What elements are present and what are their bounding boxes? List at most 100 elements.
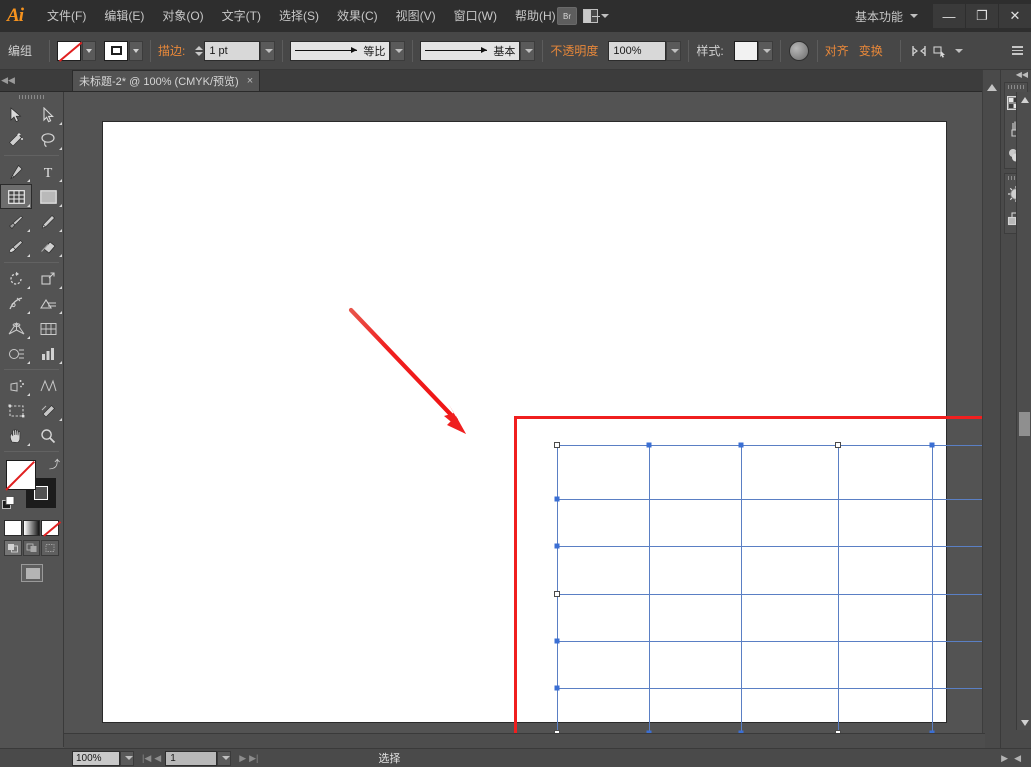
- vertical-scrollbar[interactable]: [1016, 92, 1031, 730]
- rectangular-grid-object[interactable]: [557, 445, 984, 734]
- stroke-weight-label[interactable]: 描边:: [158, 42, 185, 59]
- draw-inside-icon[interactable]: [41, 540, 59, 556]
- stroke-color-control[interactable]: [104, 41, 143, 61]
- vertical-scroll-thumb[interactable]: [1019, 412, 1030, 436]
- stroke-dropdown-icon[interactable]: [129, 41, 143, 61]
- canvas-area[interactable]: [64, 92, 984, 747]
- close-button[interactable]: ✕: [999, 4, 1031, 28]
- symbol-sprayer-tool[interactable]: [0, 373, 32, 398]
- mesh-tool[interactable]: [32, 316, 64, 341]
- graphic-style-dropdown-icon[interactable]: [758, 41, 773, 61]
- opacity-label[interactable]: 不透明度: [550, 42, 598, 59]
- stroke-weight-dropdown-icon[interactable]: [260, 41, 275, 61]
- status-menu-icon[interactable]: ▶: [1001, 753, 1008, 764]
- menu-object[interactable]: 对象(O): [153, 4, 212, 28]
- zoom-dropdown-icon[interactable]: [120, 751, 134, 766]
- menu-effect[interactable]: 效果(C): [328, 4, 387, 28]
- zoom-level-field[interactable]: 100%: [72, 751, 120, 766]
- fill-color-icon[interactable]: [57, 41, 81, 61]
- type-tool[interactable]: T: [32, 159, 64, 184]
- menu-window[interactable]: 窗口(W): [445, 4, 506, 28]
- blend-tool[interactable]: [32, 373, 64, 398]
- align-button[interactable]: 对齐: [825, 42, 849, 59]
- select-similar-objects-icon[interactable]: [930, 41, 952, 61]
- magic-wand-tool[interactable]: [0, 127, 32, 152]
- last-artboard-icon[interactable]: ▶|: [249, 753, 258, 764]
- first-artboard-icon[interactable]: |◀: [142, 753, 151, 764]
- fill-dropdown-icon[interactable]: [82, 41, 96, 61]
- stroke-weight-stepper[interactable]: [195, 46, 203, 56]
- opacity-value[interactable]: 100%: [608, 41, 666, 61]
- recolor-artwork-icon[interactable]: [788, 41, 810, 61]
- scroll-down-icon[interactable]: [1017, 715, 1031, 730]
- close-icon[interactable]: ×: [247, 75, 253, 87]
- width-profile-dropdown-icon[interactable]: [390, 41, 405, 61]
- draw-behind-icon[interactable]: [23, 540, 41, 556]
- selection-tool[interactable]: [0, 102, 32, 127]
- lasso-tool[interactable]: [32, 127, 64, 152]
- dock-expand-arrows[interactable]: ◀◀: [1001, 70, 1031, 78]
- paintbrush-tool[interactable]: [0, 209, 32, 234]
- panel-collapse-strip[interactable]: [982, 70, 1000, 748]
- stroke-color-icon[interactable]: [104, 41, 128, 61]
- rectangular-grid-tool[interactable]: [0, 184, 32, 209]
- fill-color-swatch[interactable]: [6, 460, 36, 490]
- panel-menu-icon[interactable]: [1012, 46, 1023, 55]
- slice-tool[interactable]: [32, 398, 64, 423]
- maximize-button[interactable]: ❐: [966, 4, 998, 28]
- minimize-button[interactable]: —: [933, 4, 965, 28]
- blob-brush-tool[interactable]: [0, 234, 32, 259]
- menu-view[interactable]: 视图(V): [387, 4, 445, 28]
- artboard-number-field[interactable]: 1: [165, 751, 217, 766]
- perspective-grid-tool[interactable]: [0, 316, 32, 341]
- screen-mode-button[interactable]: [0, 556, 63, 582]
- color-mode-icon[interactable]: [4, 520, 22, 536]
- eraser-tool[interactable]: [32, 234, 64, 259]
- pencil-tool[interactable]: [32, 209, 64, 234]
- artboard-dropdown-icon[interactable]: [217, 751, 231, 766]
- hand-tool[interactable]: [0, 423, 32, 448]
- opacity-dropdown-icon[interactable]: [666, 41, 681, 61]
- transform-button[interactable]: 变换: [859, 42, 883, 59]
- fill-color-control[interactable]: [57, 41, 96, 61]
- arrange-documents-icon[interactable]: [583, 7, 609, 25]
- rectangle-tool[interactable]: [32, 184, 64, 209]
- isolate-selected-object-icon[interactable]: [908, 41, 930, 61]
- draw-normal-icon[interactable]: [4, 540, 22, 556]
- next-artboard-icon[interactable]: ▶: [239, 753, 246, 764]
- status-resize-icon[interactable]: ◀: [1014, 753, 1021, 764]
- workspace-switcher[interactable]: 基本功能: [855, 8, 903, 25]
- menu-edit[interactable]: 编辑(E): [95, 4, 153, 28]
- artboard-tool[interactable]: [0, 398, 32, 423]
- stroke-weight-value[interactable]: 1 pt: [204, 41, 260, 61]
- go-to-bridge-icon[interactable]: Br: [557, 7, 577, 25]
- scroll-up-icon[interactable]: [1017, 92, 1031, 107]
- zoom-tool[interactable]: [32, 423, 64, 448]
- menu-type[interactable]: 文字(T): [213, 4, 270, 28]
- expand-panels-icon[interactable]: [987, 84, 997, 91]
- menu-file[interactable]: 文件(F): [38, 4, 95, 28]
- gradient-mode-icon[interactable]: [23, 520, 41, 536]
- width-tool[interactable]: [0, 291, 32, 316]
- panel-group-1-grip[interactable]: [1005, 83, 1027, 90]
- swap-fill-stroke-icon[interactable]: ⤴: [49, 456, 60, 472]
- menu-select[interactable]: 选择(S): [270, 4, 328, 28]
- shape-builder-tool[interactable]: [32, 291, 64, 316]
- rotate-tool[interactable]: [0, 266, 32, 291]
- document-tab[interactable]: 未标题-2* @ 100% (CMYK/预览) ×: [72, 70, 260, 91]
- gradient-tool[interactable]: [0, 341, 32, 366]
- brush-definition-dropdown-icon[interactable]: [520, 41, 535, 61]
- tab-bar-grip[interactable]: ◀◀: [0, 70, 16, 91]
- tools-panel-grip[interactable]: [0, 92, 63, 102]
- none-mode-icon[interactable]: [41, 520, 59, 536]
- default-fill-stroke-icon[interactable]: [2, 496, 16, 515]
- pen-tool[interactable]: [0, 159, 32, 184]
- horizontal-scrollbar[interactable]: [64, 733, 985, 748]
- previous-artboard-icon[interactable]: ◀: [154, 753, 161, 764]
- column-graph-tool[interactable]: [32, 341, 64, 366]
- workspace-chevron-down-icon[interactable]: [910, 14, 918, 18]
- brush-definition-select[interactable]: 基本: [420, 41, 520, 61]
- scale-tool[interactable]: [32, 266, 64, 291]
- select-similar-chevron-down-icon[interactable]: [955, 49, 963, 53]
- direct-selection-tool[interactable]: [32, 102, 64, 127]
